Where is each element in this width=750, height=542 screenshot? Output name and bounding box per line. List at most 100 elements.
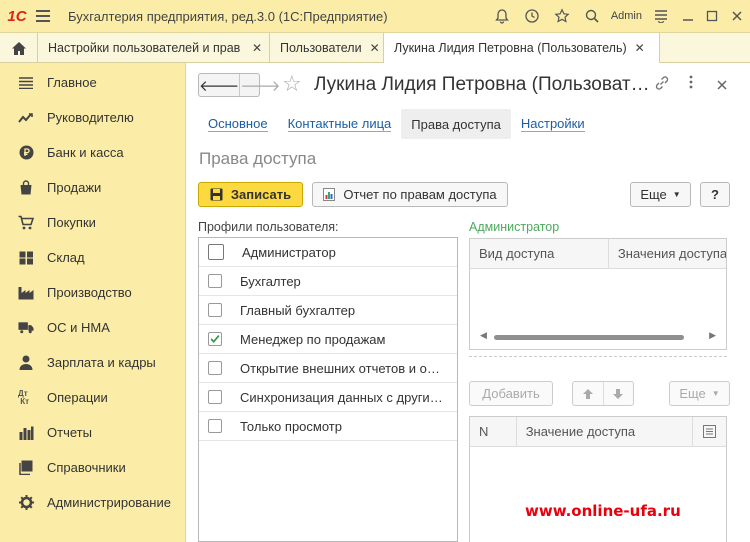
app-title: Бухгалтерия предприятия, ред.3.0 (1С:Пре… xyxy=(68,8,388,24)
section-title: Права доступа xyxy=(199,149,317,168)
profile-checkbox[interactable] xyxy=(208,419,222,433)
splitter[interactable] xyxy=(469,356,727,357)
cart-icon xyxy=(18,215,34,231)
profile-checkbox[interactable] xyxy=(208,361,222,375)
scrollbar-thumb[interactable] xyxy=(494,335,684,340)
sidebar-item-operations[interactable]: Дт Кт Операции xyxy=(0,380,185,415)
search-icon[interactable] xyxy=(577,0,607,33)
maximize-icon[interactable] xyxy=(700,0,724,33)
sidebar-item-main[interactable]: Главное xyxy=(0,65,185,100)
user-form: 🡐 🡒 ☆ Лукина Лидия Петровна (Пользоват… … xyxy=(186,63,750,542)
close-icon[interactable]: ✕ xyxy=(252,41,262,55)
more-button-label: Еще xyxy=(679,386,706,401)
scroll-right-icon[interactable]: ▶ xyxy=(709,330,716,341)
horizontal-scrollbar[interactable]: ◀ ▶ xyxy=(478,330,718,341)
save-icon xyxy=(210,188,223,201)
sections-panel: Главное Руководителю Банк и касса Продаж… xyxy=(0,63,186,542)
tab-current-user[interactable]: Лукина Лидия Петровна (Пользователь) ✕ xyxy=(384,33,660,64)
favorite-star-icon[interactable]: ☆ xyxy=(282,71,302,97)
grid-header: Вид доступа Значения доступа xyxy=(470,239,726,269)
profile-row[interactable]: Администратор xyxy=(199,238,457,267)
tab-settings[interactable]: Настройки xyxy=(511,109,595,139)
sidebar-item-fixed-assets[interactable]: ОС и НМА xyxy=(0,310,185,345)
tab-label: Настройки пользователей и прав xyxy=(48,41,241,55)
link-icon[interactable] xyxy=(654,75,670,94)
column-settings-icon[interactable] xyxy=(693,417,726,446)
sidebar-item-label: Продажи xyxy=(47,180,102,195)
profile-checkbox[interactable] xyxy=(208,332,222,346)
column-access-kind[interactable]: Вид доступа xyxy=(470,239,609,268)
chart-trend-icon xyxy=(18,110,34,126)
sidebar-item-label: Склад xyxy=(47,250,85,265)
help-button[interactable]: ? xyxy=(700,182,730,207)
profile-row[interactable]: Синхронизация данных с другими программа… xyxy=(199,383,457,412)
forward-arrow-icon[interactable]: 🡒 xyxy=(240,74,280,96)
tab-main[interactable]: Основное xyxy=(198,109,278,139)
sidebar-item-label: Справочники xyxy=(47,460,126,475)
sidebar-item-production[interactable]: Производство xyxy=(0,275,185,310)
arrow-up-icon[interactable] xyxy=(573,382,604,405)
profile-row[interactable]: Только просмотр xyxy=(199,412,457,441)
profile-checkbox[interactable] xyxy=(208,274,222,288)
person-icon xyxy=(18,355,34,371)
profile-row[interactable]: Открытие внешних отчетов и обработок xyxy=(199,354,457,383)
checkmark-icon xyxy=(210,335,220,344)
app-logo: 1С xyxy=(7,7,27,25)
access-kinds-grid[interactable]: Вид доступа Значения доступа ◀ ▶ xyxy=(469,238,727,350)
list-icon xyxy=(18,75,34,91)
tab-users[interactable]: Пользователи ✕ xyxy=(270,33,384,63)
profile-row[interactable]: Бухгалтер xyxy=(199,267,457,296)
profile-label: Только просмотр xyxy=(240,418,342,434)
user-name[interactable]: Admin xyxy=(611,10,642,22)
sidebar-item-administration[interactable]: Администрирование xyxy=(0,485,185,520)
close-icon[interactable]: ✕ xyxy=(370,41,380,55)
tab-user-settings[interactable]: Настройки пользователей и прав ✕ xyxy=(38,33,270,63)
home-icon[interactable] xyxy=(0,33,38,63)
report-icon xyxy=(323,188,336,201)
settings-menu-icon[interactable] xyxy=(646,0,676,33)
arrow-down-icon[interactable] xyxy=(604,388,634,400)
sidebar-item-reports[interactable]: Отчеты xyxy=(0,415,185,450)
tab-access-rights[interactable]: Права доступа xyxy=(401,109,511,139)
column-number[interactable]: N xyxy=(470,417,517,446)
profile-label: Бухгалтер xyxy=(240,273,301,289)
sidebar-item-sales[interactable]: Продажи xyxy=(0,170,185,205)
close-icon[interactable]: ✕ xyxy=(635,41,645,55)
save-button[interactable]: Записать xyxy=(198,182,303,207)
access-values-grid[interactable]: N Значение доступа xyxy=(469,416,727,542)
history-icon[interactable] xyxy=(517,0,547,33)
back-arrow-icon[interactable]: 🡐 xyxy=(199,74,241,96)
minimize-icon[interactable] xyxy=(676,0,700,33)
chevron-down-icon: ▼ xyxy=(711,389,720,398)
access-report-button[interactable]: Отчет по правам доступа xyxy=(312,182,508,207)
sidebar-item-director[interactable]: Руководителю xyxy=(0,100,185,135)
sidebar-item-bank[interactable]: Банк и касса xyxy=(0,135,185,170)
tab-contact-persons[interactable]: Контактные лица xyxy=(278,109,402,139)
close-form-icon[interactable] xyxy=(717,77,727,93)
profile-label: Администратор xyxy=(242,244,336,260)
profile-row[interactable]: Менеджер по продажам xyxy=(199,325,457,354)
warehouse-icon xyxy=(18,250,34,266)
main-menu-icon[interactable] xyxy=(36,0,58,33)
scroll-left-icon[interactable]: ◀ xyxy=(480,330,487,341)
sidebar-item-salary[interactable]: Зарплата и кадры xyxy=(0,345,185,380)
add-button[interactable]: Добавить xyxy=(469,381,553,406)
more-vertical-icon[interactable] xyxy=(689,75,693,92)
profile-row[interactable]: Главный бухгалтер xyxy=(199,296,457,325)
close-window-icon[interactable] xyxy=(724,0,750,33)
more-button-2[interactable]: Еще ▼ xyxy=(669,381,730,406)
sidebar-item-directories[interactable]: Справочники xyxy=(0,450,185,485)
sidebar-item-warehouse[interactable]: Склад xyxy=(0,240,185,275)
profile-checkbox[interactable] xyxy=(208,244,224,260)
profiles-list: Администратор Бухгалтер Главный бухгалтер М… xyxy=(198,237,458,542)
favorites-star-icon[interactable] xyxy=(547,0,577,33)
profile-checkbox[interactable] xyxy=(208,390,222,404)
more-button[interactable]: Еще ▼ xyxy=(630,182,691,207)
sidebar-item-label: Зарплата и кадры xyxy=(47,355,156,370)
profile-checkbox[interactable] xyxy=(208,303,222,317)
sidebar-item-purchases[interactable]: Покупки xyxy=(0,205,185,240)
sidebar-item-label: Покупки xyxy=(47,215,96,230)
column-access-value[interactable]: Значение доступа xyxy=(517,417,694,446)
column-access-values[interactable]: Значения доступа xyxy=(609,239,726,268)
bell-icon[interactable] xyxy=(487,0,517,33)
